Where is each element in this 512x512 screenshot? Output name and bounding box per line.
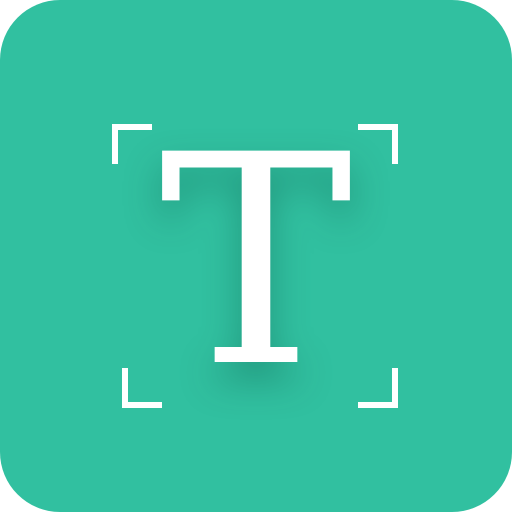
text-t-glyph: T <box>159 94 353 431</box>
app-icon[interactable]: T <box>0 0 512 512</box>
